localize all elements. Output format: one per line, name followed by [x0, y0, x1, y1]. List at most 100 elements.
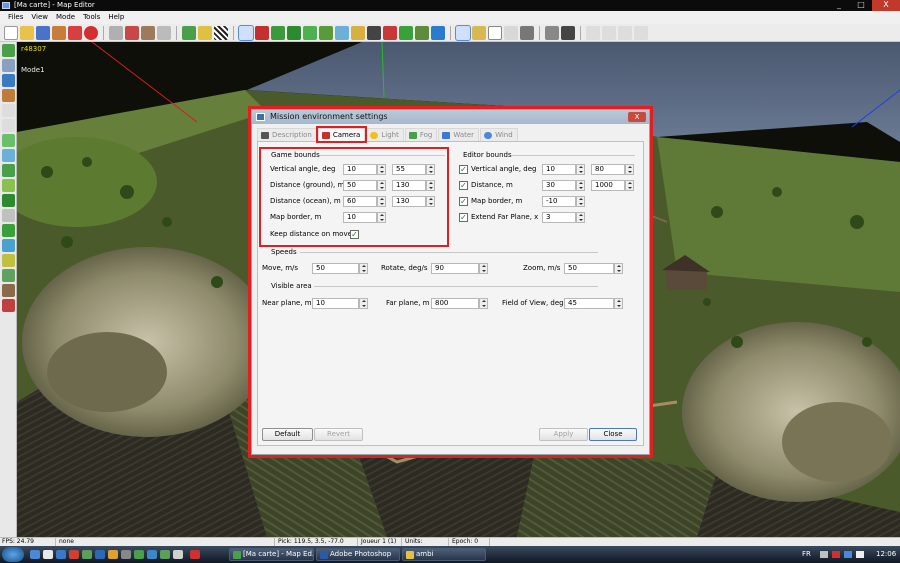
meadow-tool-icon[interactable] [2, 179, 15, 192]
revert-button[interactable]: Revert [314, 428, 363, 441]
road-icon[interactable] [287, 25, 301, 40]
tab-description[interactable]: Description [257, 128, 317, 141]
record-icon[interactable] [84, 25, 98, 40]
field-icon[interactable] [303, 25, 317, 40]
save-icon[interactable] [36, 25, 50, 40]
spinner[interactable] [479, 263, 488, 274]
blank-tool-icon[interactable] [2, 104, 15, 117]
grass-icon[interactable] [182, 25, 196, 40]
sand-icon[interactable] [198, 25, 212, 40]
language-indicator[interactable]: FR [802, 546, 811, 563]
environment-settings-icon[interactable] [455, 24, 471, 41]
house-tool-icon[interactable] [2, 89, 15, 102]
spinner[interactable] [377, 196, 386, 207]
spinner[interactable] [576, 196, 585, 207]
move-speed-input[interactable]: 50 [312, 263, 359, 274]
hill-icon[interactable] [319, 25, 333, 40]
lake-tool-icon[interactable] [2, 239, 15, 252]
tray-icon[interactable] [856, 551, 864, 558]
river-icon[interactable] [335, 25, 349, 40]
hill-tool-icon[interactable] [2, 269, 15, 282]
game-vertical-angle-min-input[interactable]: 10 [343, 164, 377, 175]
house-icon[interactable] [383, 25, 397, 40]
notes-icon[interactable] [488, 25, 502, 40]
quicklaunch-icon[interactable] [147, 550, 157, 559]
quicklaunch-icon[interactable] [82, 550, 92, 559]
spinner[interactable] [377, 180, 386, 191]
tab-camera[interactable]: Camera [315, 126, 368, 143]
quicklaunch-icon[interactable] [95, 550, 105, 559]
editor-distance-max-input[interactable]: 1000 [591, 180, 625, 191]
field-tool-icon[interactable] [2, 164, 15, 177]
tab-water[interactable]: Water [438, 128, 480, 141]
game-distance-ocean-min-input[interactable]: 60 [343, 196, 377, 207]
unit-icon[interactable] [255, 25, 269, 40]
spinner[interactable] [426, 180, 435, 191]
layer-icon[interactable] [634, 25, 648, 40]
select-cursor-icon[interactable] [238, 24, 254, 41]
default-button[interactable]: Default [262, 428, 313, 441]
export-icon[interactable] [68, 25, 82, 40]
spinner[interactable] [426, 196, 435, 207]
wall-icon[interactable] [367, 25, 381, 40]
quicklaunch-icon[interactable] [30, 550, 40, 559]
tree-icon[interactable] [399, 25, 413, 40]
no-entry-icon[interactable] [125, 25, 139, 40]
spinner[interactable] [576, 180, 585, 191]
extend-far-plane-input[interactable]: 3 [542, 212, 576, 223]
grass-tool-icon[interactable] [2, 44, 15, 57]
text-icon[interactable] [504, 25, 518, 40]
close-button[interactable]: Close [589, 428, 637, 441]
tree-tool-icon[interactable] [2, 224, 15, 237]
quicklaunch-icon[interactable] [56, 550, 66, 559]
bush-icon[interactable] [415, 25, 429, 40]
spinner[interactable] [377, 164, 386, 175]
menu-view[interactable]: View [27, 11, 52, 24]
quicklaunch-icon[interactable] [108, 550, 118, 559]
editor-vertical-angle-checkbox[interactable]: ✓ [459, 165, 468, 174]
clock[interactable]: 12:06 [876, 546, 896, 563]
blank-tool-icon[interactable] [2, 119, 15, 132]
tools-icon[interactable] [545, 25, 559, 40]
spinner[interactable] [377, 212, 386, 223]
spinner[interactable] [576, 164, 585, 175]
terrain-brush-icon[interactable] [141, 25, 155, 40]
volume-icon[interactable] [844, 551, 852, 558]
zone-icon[interactable] [431, 25, 445, 40]
quicklaunch-icon[interactable] [69, 550, 79, 559]
river-tool-icon[interactable] [2, 149, 15, 162]
mud-tool-icon[interactable] [2, 284, 15, 297]
start-button[interactable] [2, 547, 24, 562]
quicklaunch-icon[interactable] [121, 550, 131, 559]
window-close-button[interactable]: X [872, 0, 900, 11]
menu-files[interactable]: Files [4, 11, 27, 24]
taskbar-map-editor[interactable]: [Ma carte] - Map Ed... [229, 548, 314, 561]
layer-icon[interactable] [602, 25, 616, 40]
grid-tool-icon[interactable] [2, 134, 15, 147]
tab-fog[interactable]: Fog [404, 128, 438, 141]
spinner[interactable] [625, 180, 634, 191]
game-map-border-input[interactable]: 10 [343, 212, 377, 223]
water-tool-icon[interactable] [2, 59, 15, 72]
import-icon[interactable] [52, 25, 66, 40]
spinner[interactable] [576, 212, 585, 223]
field-of-view-input[interactable]: 45 [564, 298, 614, 309]
quicklaunch-icon[interactable] [173, 550, 183, 559]
open-file-icon[interactable] [20, 25, 34, 40]
new-file-icon[interactable] [4, 25, 18, 40]
undo-icon[interactable] [109, 25, 123, 40]
zoom-speed-input[interactable]: 50 [564, 263, 614, 274]
quicklaunch-icon[interactable] [134, 550, 144, 559]
editor-map-border-input[interactable]: -10 [542, 196, 576, 207]
menu-tools[interactable]: Tools [79, 11, 104, 24]
road-tool-icon[interactable] [2, 254, 15, 267]
maximize-button[interactable]: □ [850, 0, 872, 11]
bridge-icon[interactable] [351, 25, 365, 40]
editor-distance-min-input[interactable]: 30 [542, 180, 576, 191]
tab-wind[interactable]: Wind [480, 128, 518, 141]
security-icon[interactable] [832, 551, 840, 558]
quicklaunch-icon[interactable] [160, 550, 170, 559]
script-icon[interactable] [472, 25, 486, 40]
game-distance-ocean-max-input[interactable]: 130 [392, 196, 426, 207]
extend-far-plane-checkbox[interactable]: ✓ [459, 213, 468, 222]
